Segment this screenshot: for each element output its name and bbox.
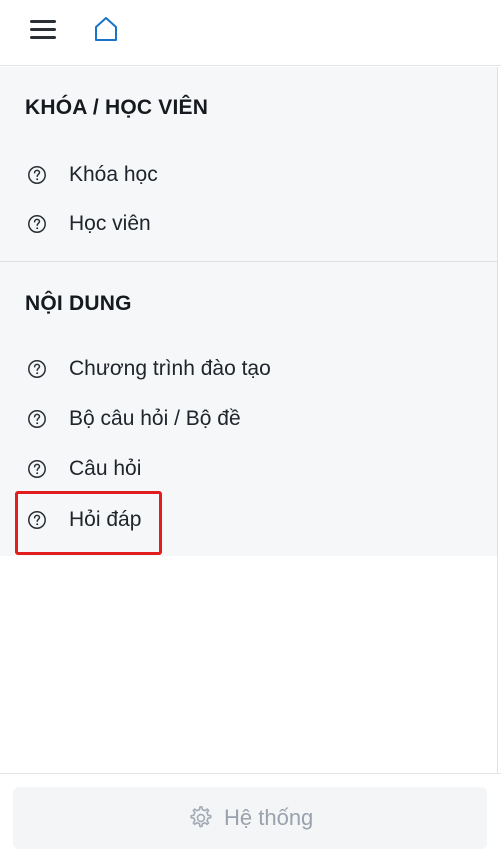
sidebar-menu: KHÓA / HỌC VIÊN Khóa học Học viên NỘI DU… (0, 67, 497, 556)
menu-item-label: Câu hỏi (69, 457, 142, 480)
question-circle-icon (28, 166, 46, 184)
menu-item-khoa-hoc[interactable]: Khóa học (0, 153, 497, 197)
menu-item-hoc-vien[interactable]: Học viên (0, 202, 497, 246)
question-circle-icon (28, 511, 46, 529)
sidebar-footer: Hệ thống (0, 773, 501, 860)
menu-item-label: Chương trình đào tạo (69, 357, 271, 380)
question-circle-icon (28, 215, 46, 233)
menu-item-chuong-trinh-dao-tao[interactable]: Chương trình đào tạo (0, 347, 497, 391)
section-divider (0, 261, 497, 262)
section-title-content: NỘI DUNG (25, 292, 132, 315)
system-button-label: Hệ thống (224, 805, 314, 830)
system-button[interactable]: Hệ thống (13, 787, 487, 849)
scroll-edge (497, 67, 501, 773)
menu-item-label: Bộ câu hỏi / Bộ đề (69, 407, 241, 430)
home-icon[interactable] (93, 15, 119, 43)
hamburger-menu-icon[interactable] (30, 18, 56, 40)
menu-item-bo-cau-hoi[interactable]: Bộ câu hỏi / Bộ đề (0, 397, 497, 441)
menu-item-hoi-dap[interactable]: Hỏi đáp (0, 498, 497, 542)
section-title-courses: KHÓA / HỌC VIÊN (25, 96, 209, 119)
menu-item-label: Học viên (69, 212, 151, 235)
question-circle-icon (28, 410, 46, 428)
question-circle-icon (28, 460, 46, 478)
question-circle-icon (28, 360, 46, 378)
gear-icon (190, 806, 212, 828)
top-bar (0, 0, 501, 66)
menu-item-cau-hoi[interactable]: Câu hỏi (0, 447, 497, 491)
menu-item-label: Hỏi đáp (69, 508, 142, 531)
menu-item-label: Khóa học (69, 163, 158, 186)
